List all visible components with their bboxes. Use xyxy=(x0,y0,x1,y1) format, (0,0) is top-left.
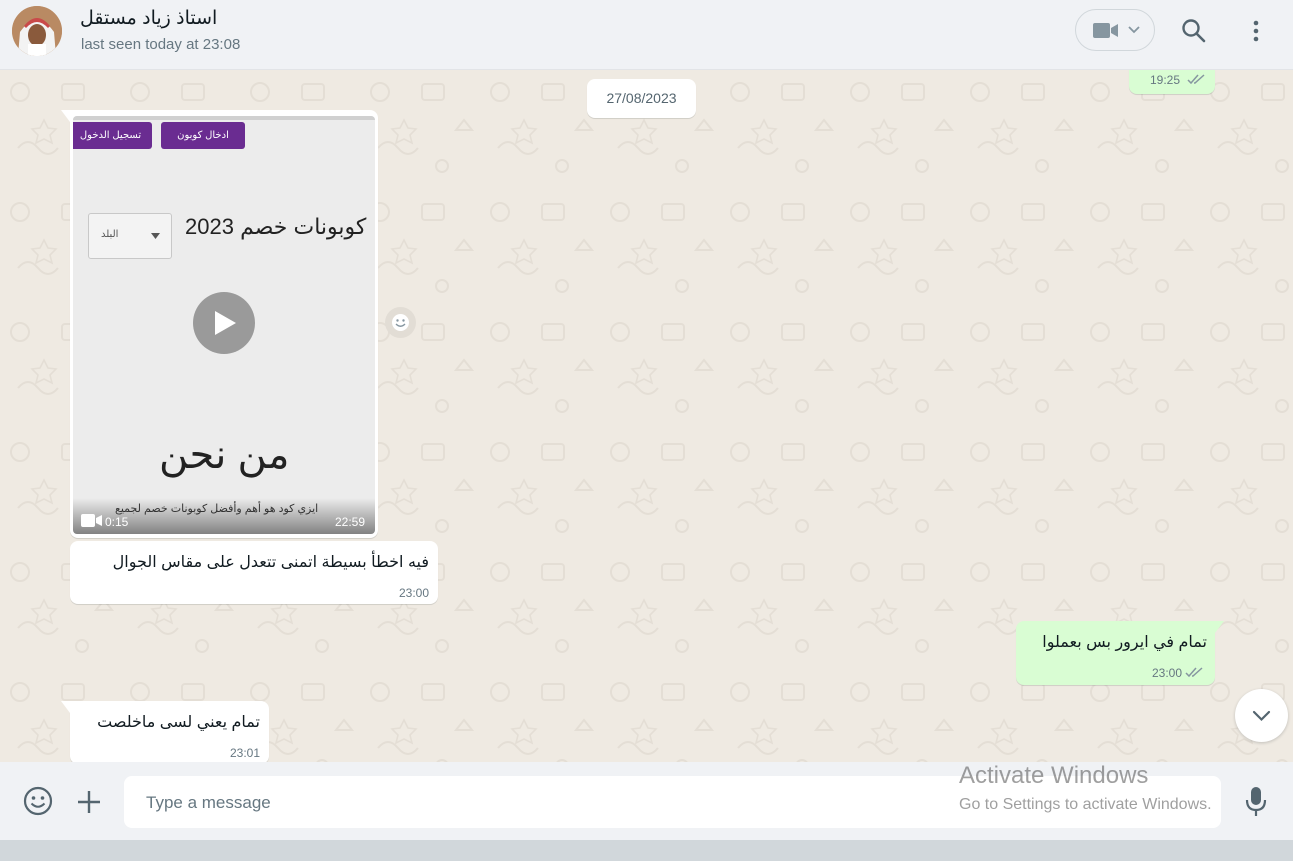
play-icon xyxy=(215,311,236,335)
chevron-down-icon xyxy=(1252,710,1271,722)
thumbnail-dropdown: البلد xyxy=(88,213,172,259)
double-check-icon xyxy=(1187,74,1205,85)
thumbnail-topbar xyxy=(73,116,375,120)
message-text: تمام يعني لسى ماخلصت xyxy=(97,714,260,731)
chevron-down-icon xyxy=(1128,26,1140,34)
chat-area[interactable]: 19:25 27/08/2023 تسجيل الدخول ادخال كوبو… xyxy=(0,70,1293,762)
message-input-box[interactable] xyxy=(124,776,1221,830)
dropdown-caret-icon xyxy=(151,233,160,239)
smiley-icon xyxy=(392,314,409,331)
message-text: تمام في ايرور بس بعملوا xyxy=(1042,634,1207,651)
avatar-image xyxy=(12,6,62,56)
bubble-tail xyxy=(61,701,70,713)
scroll-to-bottom-button[interactable] xyxy=(1235,689,1288,742)
message-time: 23:00 xyxy=(1151,666,1182,680)
message-bubble-outgoing[interactable]: 19:25 xyxy=(1129,70,1215,94)
thumbnail-body-text: ايزي كود هو أهم وأفضل كوبونات خصم لجميع xyxy=(115,503,319,515)
bubble-tail xyxy=(61,110,70,122)
message-composer xyxy=(0,762,1293,840)
video-camera-icon xyxy=(81,514,102,527)
double-check-icon xyxy=(1185,667,1203,678)
message-bubble-incoming[interactable]: تمام يعني لسى ماخلصت 23:01 xyxy=(61,701,269,762)
chat-header: استاذ زياد مستقل last seen today at 23:0… xyxy=(0,0,1293,70)
contact-last-seen: last seen today at 23:08 xyxy=(81,36,241,53)
message-time: 23:01 xyxy=(229,746,260,760)
microphone-icon[interactable] xyxy=(1244,786,1268,818)
react-button[interactable] xyxy=(385,307,416,338)
menu-icon[interactable] xyxy=(1248,19,1264,43)
message-time: 23:00 xyxy=(398,586,429,600)
bottom-strip xyxy=(0,840,1293,861)
message-time: 19:25 xyxy=(1150,73,1181,87)
message-time: 22:59 xyxy=(335,515,366,529)
video-call-button[interactable] xyxy=(1075,9,1155,51)
thumbnail-dropdown-label: البلد xyxy=(101,229,119,240)
video-call-icon xyxy=(1093,23,1118,38)
thumbnail-heading: من نحن xyxy=(159,433,290,477)
emoji-icon[interactable] xyxy=(23,786,53,816)
message-text: فيه اخطأ بسيطة اتمنى تتعدل على مقاس الجو… xyxy=(112,554,429,571)
thumbnail-coupon-button: ادخال كوبون xyxy=(161,122,245,149)
play-button[interactable] xyxy=(193,292,255,354)
search-icon[interactable] xyxy=(1181,18,1207,44)
date-separator: 27/08/2023 xyxy=(587,79,696,118)
message-bubble-outgoing[interactable]: تمام في ايرور بس بعملوا 23:00 xyxy=(1016,621,1224,685)
video-thumbnail[interactable]: تسجيل الدخول ادخال كوبون كوبونات خصم 202… xyxy=(73,116,375,534)
attach-plus-icon[interactable] xyxy=(77,790,101,814)
message-bubble-incoming[interactable]: فيه اخطأ بسيطة اتمنى تتعدل على مقاس الجو… xyxy=(70,541,438,604)
thumbnail-login-button: تسجيل الدخول xyxy=(73,122,152,149)
message-input[interactable] xyxy=(144,776,1148,830)
contact-avatar[interactable] xyxy=(12,6,62,56)
bubble-tail xyxy=(1215,621,1224,633)
thumbnail-title: كوبونات خصم 2023 xyxy=(185,214,367,239)
contact-name[interactable]: استاذ زياد مستقل xyxy=(80,7,217,30)
video-duration: 0:15 xyxy=(105,515,129,529)
